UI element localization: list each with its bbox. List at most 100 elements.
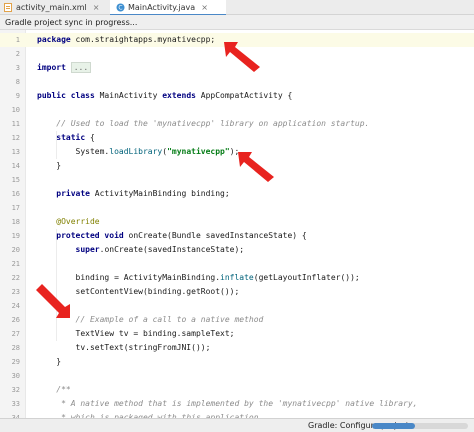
code-line[interactable]: 12 static { bbox=[0, 131, 474, 145]
tab-label: activity_main.xml bbox=[16, 3, 87, 12]
svg-text:C: C bbox=[118, 4, 122, 11]
close-icon[interactable]: × bbox=[93, 3, 100, 12]
code-token: super bbox=[75, 245, 100, 254]
line-number: 9 bbox=[15, 92, 20, 100]
code-token: tv.setText(stringFromJNI()); bbox=[37, 343, 211, 352]
line-number: 16 bbox=[11, 190, 20, 198]
code-line[interactable]: 28 tv.setText(stringFromJNI()); bbox=[0, 341, 474, 355]
code-line[interactable]: 11 // Used to load the 'mynativecpp' lib… bbox=[0, 117, 474, 131]
line-number: 30 bbox=[11, 372, 20, 380]
code-line[interactable]: 8 bbox=[0, 75, 474, 89]
code-token: loadLibrary bbox=[109, 147, 163, 156]
code-line[interactable]: 17 bbox=[0, 201, 474, 215]
line-number: 12 bbox=[11, 134, 20, 142]
code-token: { bbox=[85, 133, 95, 142]
code-line[interactable]: 27 TextView tv = binding.sampleText; bbox=[0, 327, 474, 341]
code-line[interactable]: 10 bbox=[0, 103, 474, 117]
code-token: System. bbox=[37, 147, 110, 156]
line-number: 10 bbox=[11, 106, 20, 114]
code-token: } bbox=[37, 161, 62, 170]
code-token: protected void bbox=[56, 231, 124, 240]
code-text: static { bbox=[37, 131, 95, 145]
tab-activity-main-xml[interactable]: activity_main.xml × bbox=[0, 0, 110, 15]
code-text: @Override bbox=[37, 215, 100, 229]
code-token: import bbox=[37, 63, 66, 72]
code-token: @Override bbox=[56, 217, 100, 226]
code-token: /** bbox=[56, 385, 71, 394]
line-number: 27 bbox=[11, 330, 20, 338]
line-number: 14 bbox=[11, 162, 20, 170]
line-number: 19 bbox=[11, 232, 20, 240]
code-text: } bbox=[37, 355, 61, 369]
tab-main-activity-java[interactable]: C MainActivity.java × bbox=[110, 0, 226, 16]
line-number: 32 bbox=[11, 386, 20, 394]
code-line[interactable]: 34 * which is packaged with this applica… bbox=[0, 411, 474, 418]
code-text: binding = ActivityMainBinding.inflate(ge… bbox=[37, 271, 360, 285]
code-token: onCreate(Bundle savedInstanceState) { bbox=[123, 231, 307, 240]
code-token: (getLayoutInflater()); bbox=[253, 273, 360, 282]
line-number: 20 bbox=[11, 246, 20, 254]
xml-file-icon bbox=[4, 3, 12, 12]
code-text: * which is packaged with this applicatio… bbox=[37, 411, 263, 418]
code-token: TextView tv = binding.sampleText; bbox=[37, 329, 235, 338]
line-number: 29 bbox=[11, 358, 20, 366]
code-token: // Example of a call to a native method bbox=[75, 315, 264, 324]
code-token: com.straightapps.mynativecpp; bbox=[70, 35, 216, 44]
code-text: * A native method that is implemented by… bbox=[37, 397, 418, 411]
code-token: extends bbox=[162, 91, 196, 100]
line-number: 28 bbox=[11, 344, 20, 352]
code-token: * A native method that is implemented by… bbox=[61, 399, 418, 408]
code-text: super.onCreate(savedInstanceState); bbox=[37, 243, 245, 257]
line-number: 8 bbox=[15, 78, 20, 86]
code-text: // Used to load the 'mynativecpp' librar… bbox=[37, 117, 369, 131]
code-line[interactable]: 19 protected void onCreate(Bundle savedI… bbox=[0, 229, 474, 243]
code-text: private ActivityMainBinding binding; bbox=[37, 187, 230, 201]
code-line[interactable]: 18 @Override bbox=[0, 215, 474, 229]
code-text: } bbox=[37, 159, 61, 173]
tab-label: MainActivity.java bbox=[128, 2, 196, 12]
code-token: private bbox=[56, 189, 90, 198]
code-line[interactable]: 29 } bbox=[0, 355, 474, 369]
progress-fill bbox=[372, 423, 416, 429]
code-token: // Used to load the 'mynativecpp' librar… bbox=[56, 119, 370, 128]
line-number: 22 bbox=[11, 274, 20, 282]
status-bar: Gradle: Configure projects... bbox=[0, 418, 474, 432]
code-editor[interactable]: 1 package com.straightapps.mynativecpp; 2 3… bbox=[0, 30, 474, 418]
code-token: AppCompatActivity { bbox=[195, 91, 293, 100]
code-token: "mynativecpp" bbox=[167, 147, 230, 156]
code-line[interactable]: 33 * A native method that is implemented… bbox=[0, 397, 474, 411]
code-token[interactable]: ... bbox=[70, 62, 92, 73]
java-class-icon: C bbox=[116, 3, 125, 12]
line-number: 24 bbox=[11, 302, 20, 310]
code-text: package com.straightapps.mynativecpp; bbox=[37, 33, 215, 47]
editor-tab-bar: activity_main.xml × C MainActivity.java … bbox=[0, 0, 474, 16]
line-number: 23 bbox=[11, 288, 20, 296]
line-number: 1 bbox=[15, 36, 20, 44]
line-number: 11 bbox=[11, 120, 20, 128]
code-text: import ... bbox=[37, 61, 92, 75]
close-icon[interactable]: × bbox=[201, 3, 208, 12]
code-line[interactable]: 20 super.onCreate(savedInstanceState); bbox=[0, 243, 474, 257]
code-text: TextView tv = binding.sampleText; bbox=[37, 327, 235, 341]
line-number: 13 bbox=[11, 148, 20, 156]
line-number: 34 bbox=[11, 414, 20, 418]
code-text: tv.setText(stringFromJNI()); bbox=[37, 341, 211, 355]
code-line[interactable]: 16 private ActivityMainBinding binding; bbox=[0, 187, 474, 201]
code-token: ActivityMainBinding binding; bbox=[89, 189, 230, 198]
arrow-icon bbox=[36, 284, 70, 318]
code-line[interactable]: 21 bbox=[0, 257, 474, 271]
code-token: MainActivity bbox=[94, 91, 163, 100]
code-token: inflate bbox=[220, 273, 254, 282]
code-line[interactable]: 30 bbox=[0, 369, 474, 383]
code-line[interactable]: 32 /** bbox=[0, 383, 474, 397]
line-number: 17 bbox=[11, 204, 20, 212]
code-line[interactable]: 9 public class MainActivity extends AppCo… bbox=[0, 89, 474, 103]
line-number: 33 bbox=[11, 400, 20, 408]
progress-bar bbox=[372, 423, 468, 429]
